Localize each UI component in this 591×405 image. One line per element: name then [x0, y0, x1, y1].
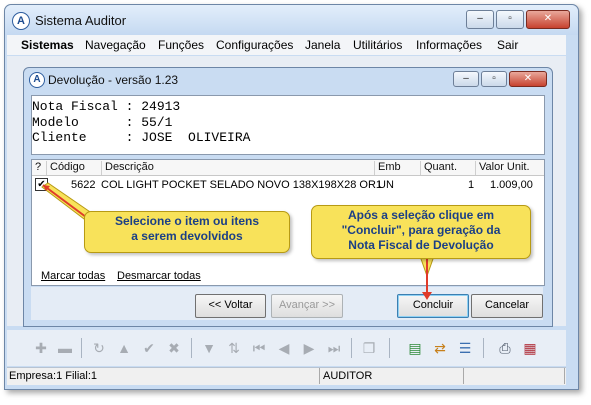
callout-finish: Após a seleção clique em "Concluir", par…: [311, 205, 531, 259]
arrow-select: [42, 184, 91, 221]
callout-finish-line2: "Concluir", para geração da: [341, 223, 501, 237]
callout-select-items: Selecione o item ou itens a serem devolv…: [84, 211, 290, 253]
callout-finish-line1: Após a seleção clique em: [347, 208, 495, 222]
arrowhead-finish: [422, 292, 432, 300]
callout-select-line1: Selecione o item ou itens: [114, 214, 260, 228]
callout-select-line2: a serem devolvidos: [131, 229, 243, 243]
callout-arrows: [41, 182, 435, 300]
callout-finish-line3: Nota Fiscal de Devolução: [348, 238, 494, 252]
